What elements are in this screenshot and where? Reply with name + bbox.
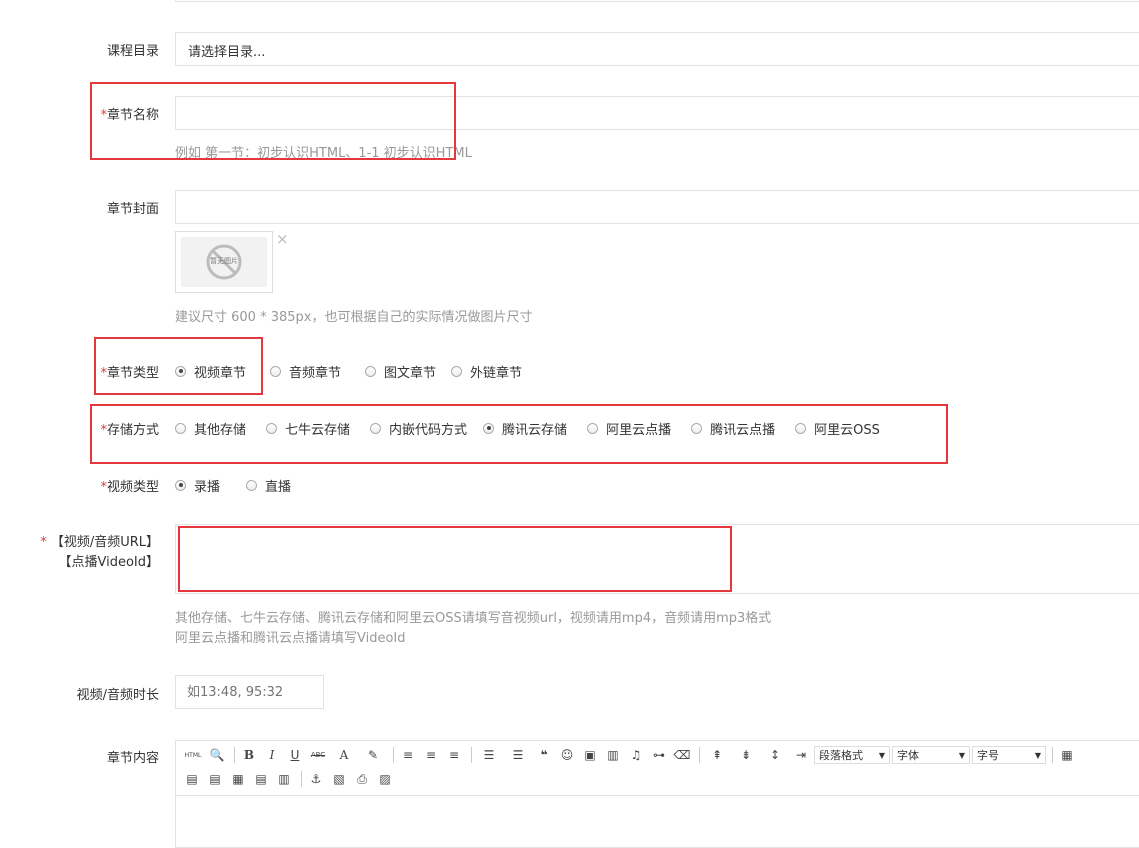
editor-toolbar-row-2: ▤ ▤ ▦ ▤ ▥ ⚓ ▧ ⎙ ▨ bbox=[182, 768, 398, 790]
toolbar-separator bbox=[301, 771, 302, 787]
font-family-select[interactable]: 字体 ▼ bbox=[892, 746, 970, 764]
align-center-icon[interactable]: ≡ bbox=[421, 745, 441, 765]
anchor-icon[interactable]: ⚓ bbox=[306, 769, 326, 789]
paste-plain-icon[interactable]: ▨ bbox=[375, 769, 395, 789]
delete-row-icon[interactable]: ▦ bbox=[228, 769, 248, 789]
video-type-option-recorded[interactable]: 录播 bbox=[175, 476, 220, 495]
chevron-down-icon: ▼ bbox=[1034, 750, 1041, 760]
catalog-select-value: 请选择目录... bbox=[188, 45, 266, 60]
option-label: 录播 bbox=[194, 479, 221, 495]
unordered-list-icon[interactable]: ☰ bbox=[505, 745, 531, 765]
duration-input[interactable] bbox=[175, 675, 324, 709]
select-value: 段落格式 bbox=[819, 749, 863, 762]
editor-toolbar-divider bbox=[176, 795, 1139, 796]
catalog-select[interactable]: 请选择目录... bbox=[175, 32, 1139, 66]
cover-thumbnail-inner: 暂无图片 bbox=[181, 237, 267, 287]
highlight-color-icon[interactable]: ✎ bbox=[360, 745, 386, 765]
option-label: 音频章节 bbox=[289, 365, 342, 381]
toolbar-separator bbox=[234, 747, 235, 763]
font-color-button[interactable]: A bbox=[331, 745, 357, 765]
row-spacing-bottom-icon[interactable]: ⇟ bbox=[733, 745, 759, 765]
editor-toolbar-row-1: HTML 🔍 B I U ABC A ✎ ≡ ≡ ≡ ☰ ☰ ❝ ☺ ▣ ▥ ♫… bbox=[182, 744, 1080, 766]
video-type-label: *视频类型 bbox=[100, 476, 159, 495]
toolbar-separator bbox=[393, 747, 394, 763]
italic-button[interactable]: I bbox=[262, 745, 282, 765]
url-help-line1: 其他存储、七牛云存储、腾讯云存储和阿里云OSS请填写音视频url，视频请用mp4… bbox=[175, 611, 772, 626]
ordered-list-icon[interactable]: ☰ bbox=[476, 745, 502, 765]
eraser-icon[interactable]: ⌫ bbox=[672, 745, 692, 765]
radio-icon bbox=[246, 479, 258, 491]
option-label: 直播 bbox=[265, 479, 292, 495]
toolbar-separator bbox=[471, 747, 472, 763]
cover-thumbnail[interactable]: 暂无图片 bbox=[175, 231, 273, 293]
music-icon[interactable]: ♫ bbox=[626, 745, 646, 765]
cover-help: 建议尺寸 600 * 385px，也可根据自己的实际情况做图片尺寸 bbox=[175, 310, 533, 325]
highlight-box-url bbox=[178, 526, 732, 592]
align-right-icon[interactable]: ≡ bbox=[444, 745, 464, 765]
line-height-icon[interactable]: ↕ bbox=[762, 745, 788, 765]
radio-icon bbox=[270, 365, 282, 377]
chapter-type-option-article[interactable]: 图文章节 bbox=[365, 362, 436, 381]
video-icon[interactable]: ▥ bbox=[603, 745, 623, 765]
required-mark: * bbox=[40, 535, 47, 550]
html-source-button[interactable]: HTML bbox=[182, 745, 204, 765]
url-help-line2: 阿里云点播和腾讯云点播请填写VideoId bbox=[175, 631, 406, 646]
video-type-radio-group: 录播 直播 bbox=[175, 475, 313, 495]
top-partial-input[interactable] bbox=[175, 0, 1139, 2]
chapter-type-option-link[interactable]: 外链章节 bbox=[451, 362, 522, 381]
chevron-down-icon: ▼ bbox=[878, 750, 885, 760]
duration-label: 视频/音频时长 bbox=[76, 688, 159, 703]
preview-icon[interactable]: 🔍 bbox=[207, 745, 227, 765]
rich-text-editor[interactable]: HTML 🔍 B I U ABC A ✎ ≡ ≡ ≡ ☰ ☰ ❝ ☺ ▣ ▥ ♫… bbox=[175, 740, 1139, 848]
paragraph-format-select[interactable]: 段落格式 ▼ bbox=[814, 746, 890, 764]
print-icon[interactable]: ⎙ bbox=[352, 769, 372, 789]
insert-row-before-icon[interactable]: ▤ bbox=[182, 769, 202, 789]
underline-button[interactable]: U bbox=[285, 745, 305, 765]
toolbar-separator bbox=[699, 747, 700, 763]
emoji-icon[interactable]: ☺ bbox=[557, 745, 577, 765]
bold-button[interactable]: B bbox=[239, 745, 259, 765]
insert-table-icon[interactable]: ▦ bbox=[1057, 745, 1077, 765]
radio-selected-icon bbox=[175, 479, 186, 491]
remove-image-icon[interactable]: × bbox=[276, 232, 289, 247]
indent-icon[interactable]: ⇥ bbox=[791, 745, 811, 765]
radio-icon bbox=[451, 365, 463, 377]
cover-input[interactable] bbox=[175, 190, 1139, 224]
blockquote-icon[interactable]: ❝ bbox=[534, 745, 554, 765]
image-icon[interactable]: ▣ bbox=[580, 745, 600, 765]
url-label-line2: 【点播VideoId】 bbox=[58, 555, 159, 570]
option-label: 图文章节 bbox=[384, 365, 437, 381]
insert-col-icon[interactable]: ▤ bbox=[251, 769, 271, 789]
toolbar-separator bbox=[1052, 747, 1053, 763]
highlight-box-chapter-name bbox=[90, 82, 456, 160]
video-type-option-live[interactable]: 直播 bbox=[246, 476, 291, 495]
select-value: 字号 bbox=[977, 749, 999, 762]
catalog-label: 课程目录 bbox=[106, 44, 159, 59]
delete-col-icon[interactable]: ▥ bbox=[274, 769, 294, 789]
highlight-box-chapter-type bbox=[94, 337, 263, 395]
url-label: * 【视频/音频URL】 【点播VideoId】 bbox=[40, 533, 159, 573]
url-label-line1: * 【视频/音频URL】 bbox=[40, 533, 159, 553]
link-icon[interactable]: ⊶ bbox=[649, 745, 669, 765]
content-label: 章节内容 bbox=[106, 751, 159, 766]
page-break-icon[interactable]: ▧ bbox=[329, 769, 349, 789]
insert-row-after-icon[interactable]: ▤ bbox=[205, 769, 225, 789]
chevron-down-icon: ▼ bbox=[958, 750, 965, 760]
row-spacing-top-icon[interactable]: ⇞ bbox=[704, 745, 730, 765]
select-value: 字体 bbox=[897, 749, 919, 762]
no-image-text: 暂无图片 bbox=[210, 257, 238, 265]
font-size-select[interactable]: 字号 ▼ bbox=[972, 746, 1046, 764]
radio-icon bbox=[365, 365, 377, 377]
option-label: 外链章节 bbox=[470, 365, 523, 381]
align-left-icon[interactable]: ≡ bbox=[398, 745, 418, 765]
highlight-box-storage bbox=[90, 404, 948, 464]
url-label-line1-text: 【视频/音频URL】 bbox=[50, 535, 159, 550]
cover-label: 章节封面 bbox=[106, 202, 159, 217]
chapter-type-option-audio[interactable]: 音频章节 bbox=[270, 362, 341, 381]
video-type-label-text: 视频类型 bbox=[106, 480, 159, 495]
strikethrough-button[interactable]: ABC bbox=[308, 745, 328, 765]
